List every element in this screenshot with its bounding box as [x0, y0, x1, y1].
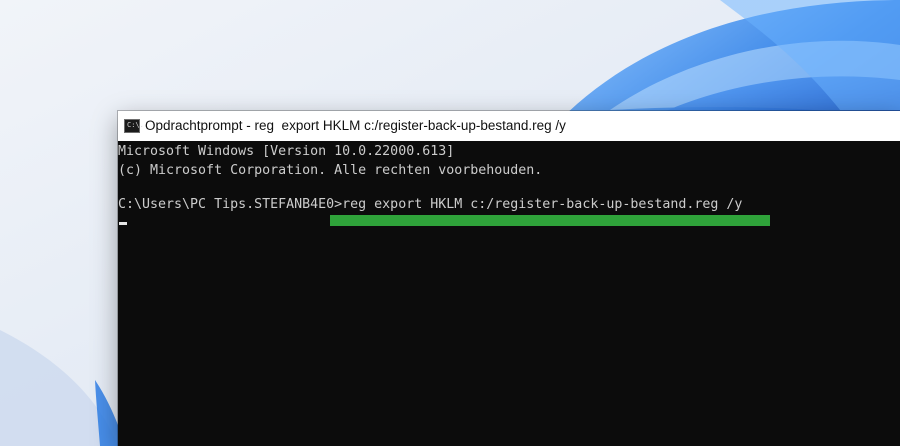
title-bar[interactable]: C:\. Opdrachtprompt - reg export HKLM c:…	[118, 111, 900, 141]
cmd-icon: C:\.	[124, 119, 144, 133]
window-title: Opdrachtprompt - reg export HKLM c:/regi…	[145, 118, 566, 133]
console-output[interactable]: Microsoft Windows [Version 10.0.22000.61…	[118, 141, 900, 446]
text-cursor	[119, 222, 127, 225]
command-highlight	[330, 215, 770, 226]
command-line: C:\Users\PC Tips.STEFANB4E0>reg export H…	[118, 197, 743, 212]
console-line: Microsoft Windows [Version 10.0.22000.61…	[118, 144, 455, 159]
command-prompt-window[interactable]: C:\. Opdrachtprompt - reg export HKLM c:…	[118, 111, 900, 446]
cmd-icon-label: C:\.	[127, 121, 144, 129]
console-line: (c) Microsoft Corporation. Alle rechten …	[118, 163, 543, 178]
